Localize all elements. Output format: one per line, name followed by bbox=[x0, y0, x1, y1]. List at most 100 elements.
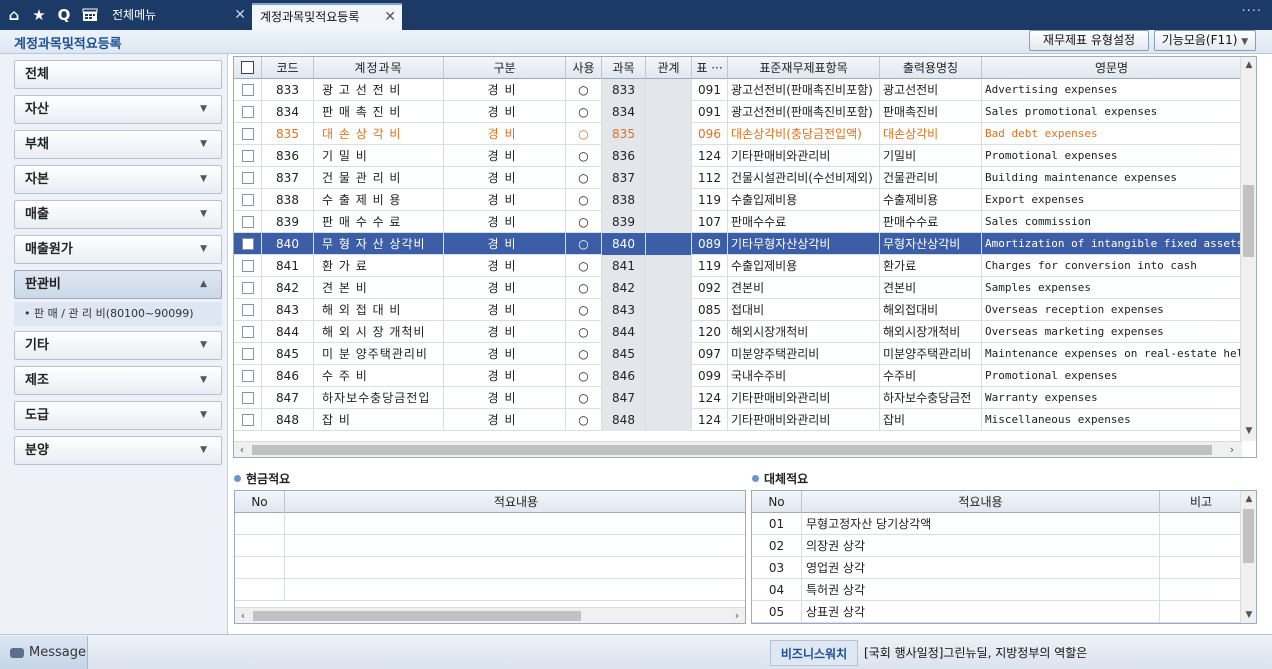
cell-relation bbox=[646, 123, 692, 145]
row-checkbox[interactable] bbox=[234, 365, 262, 387]
table-row[interactable]: 845 미 분 양주택관리비 경비 ○ 845 097 미분양주택관리비 미분양주택관리비 Ma… bbox=[234, 343, 1242, 365]
select-all-checkbox[interactable] bbox=[234, 57, 262, 79]
scroll-left-icon[interactable]: ‹ bbox=[234, 442, 250, 457]
table-row[interactable]: 846 수 주 비 경비 ○ 846 099 국내수주비 수주비 Promotional exp… bbox=[234, 365, 1242, 387]
scroll-thumb[interactable] bbox=[253, 611, 581, 621]
scroll-left-icon[interactable]: ‹ bbox=[235, 608, 251, 623]
table-row[interactable]: 836 기 밀 비 경비 ○ 836 124 기타판매비와관리비 기밀비 Promotional… bbox=[234, 145, 1242, 167]
row-checkbox[interactable] bbox=[234, 167, 262, 189]
table-row[interactable]: 842 견 본 비 경비 ○ 842 092 견본비 견본비 Samples expenses bbox=[234, 277, 1242, 299]
table-row[interactable]: 841 환 가 료 경비 ○ 841 119 수출입제비용 환가료 Charges for co… bbox=[234, 255, 1242, 277]
table-row[interactable] bbox=[235, 557, 745, 579]
grid-vertical-scrollbar[interactable]: ▲ ▼ bbox=[1240, 57, 1256, 441]
cash-horizontal-scrollbar[interactable]: ‹ › bbox=[235, 607, 745, 623]
column-header-english[interactable]: 영문명 bbox=[982, 57, 1242, 79]
scroll-up-icon[interactable]: ▲ bbox=[1241, 491, 1256, 507]
scroll-right-icon[interactable]: › bbox=[1224, 442, 1240, 457]
scroll-thumb[interactable] bbox=[1243, 185, 1254, 257]
scroll-thumb[interactable] bbox=[252, 445, 1212, 455]
sidebar-subitem-sga-range[interactable]: • 판 매 / 관 리 비(80100~90099) bbox=[14, 302, 222, 326]
row-checkbox[interactable] bbox=[234, 123, 262, 145]
table-row[interactable]: 847 하자보수충당금전입 경비 ○ 847 124 기타판매비와관리비 하자보수충당금전 Wa… bbox=[234, 387, 1242, 409]
row-checkbox[interactable] bbox=[234, 321, 262, 343]
table-row[interactable]: 833 광 고 선 전 비 경비 ○ 833 091 광고선전비(판매촉진비포함) 광고선전비… bbox=[234, 79, 1242, 101]
close-icon[interactable]: ✕ bbox=[234, 3, 246, 27]
row-checkbox[interactable] bbox=[234, 409, 262, 431]
table-row[interactable]: 838 수 출 제 비 용 경비 ○ 838 119 수출입제비용 수출제비용 Export e… bbox=[234, 189, 1242, 211]
cell-english: Charges for conversion into cash bbox=[985, 259, 1197, 272]
row-checkbox[interactable] bbox=[234, 387, 262, 409]
sidebar-item-assets[interactable]: 자산 ▼ bbox=[14, 95, 222, 124]
calendar-icon[interactable] bbox=[78, 3, 102, 27]
close-icon[interactable]: ✕ bbox=[384, 5, 396, 29]
table-row[interactable]: 840 무 형 자 산 상각비 경비 ○ 840 089 기타무형자산상각비 무형자산상각비 A… bbox=[234, 233, 1242, 255]
table-row[interactable]: 844 해 외 시 장 개척비 경비 ○ 844 120 해외시장개척비 해외시장개척비 Ove… bbox=[234, 321, 1242, 343]
row-checkbox[interactable] bbox=[234, 101, 262, 123]
chevron-down-icon: ▼ bbox=[200, 244, 207, 254]
column-header-print-name[interactable]: 출력용명칭 bbox=[880, 57, 982, 79]
scroll-thumb[interactable] bbox=[1243, 509, 1254, 563]
table-row[interactable]: 837 건 물 관 리 비 경비 ○ 837 112 건물시설관리비(수선비제외) 건물관리비… bbox=[234, 167, 1242, 189]
column-header-relation[interactable]: 관계 bbox=[646, 57, 692, 79]
sidebar-item-equity[interactable]: 자본 ▼ bbox=[14, 165, 222, 194]
sidebar-item-all[interactable]: 전체 bbox=[14, 60, 222, 89]
report-type-button[interactable]: 재무제표 유형설정 bbox=[1029, 30, 1149, 51]
star-icon[interactable]: ★ bbox=[27, 3, 51, 27]
column-header-no: No bbox=[235, 491, 285, 513]
table-row[interactable]: 04 특허권 상각 bbox=[752, 579, 1242, 601]
sidebar-item-cost-of-sales[interactable]: 매출원가 ▼ bbox=[14, 235, 222, 264]
tab-account-registration[interactable]: 계정과목및적요등록 ✕ bbox=[252, 3, 402, 30]
scroll-down-icon[interactable]: ▼ bbox=[1241, 607, 1256, 623]
sidebar-item-contracting[interactable]: 도급 ▼ bbox=[14, 401, 222, 430]
row-checkbox[interactable] bbox=[234, 233, 262, 255]
sidebar-item-other[interactable]: 기타 ▼ bbox=[14, 331, 222, 360]
row-checkbox[interactable] bbox=[234, 145, 262, 167]
row-checkbox[interactable] bbox=[234, 343, 262, 365]
table-row[interactable]: 843 해 외 접 대 비 경비 ○ 843 085 접대비 해외접대비 Overseas re… bbox=[234, 299, 1242, 321]
more-icon[interactable]: ···· bbox=[1241, 4, 1262, 19]
table-row[interactable]: 05 상표권 상각 bbox=[752, 601, 1242, 623]
grid-horizontal-scrollbar[interactable]: ‹ › bbox=[234, 441, 1242, 457]
row-checkbox[interactable] bbox=[234, 79, 262, 101]
functions-button[interactable]: 기능모음(F11) ▼ bbox=[1154, 30, 1256, 51]
sidebar-item-sga[interactable]: 판관비 ▲ bbox=[14, 270, 222, 299]
row-checkbox[interactable] bbox=[234, 299, 262, 321]
sidebar-item-presale[interactable]: 분양 ▼ bbox=[14, 436, 222, 465]
table-row[interactable]: 848 잡 비 경비 ○ 848 124 기타판매비와관리비 잡비 Miscellaneous … bbox=[234, 409, 1242, 431]
sidebar-item-liabilities[interactable]: 부채 ▼ bbox=[14, 130, 222, 159]
column-header-account[interactable]: 계정과목 bbox=[314, 57, 444, 79]
table-row[interactable] bbox=[235, 513, 745, 535]
column-header-std[interactable]: 표 ··· bbox=[692, 57, 728, 79]
transfer-vertical-scrollbar[interactable]: ▲ ▼ bbox=[1240, 491, 1256, 623]
column-header-subject[interactable]: 과목 bbox=[602, 57, 646, 79]
message-button[interactable]: Message bbox=[0, 636, 88, 669]
cell-std: 124 bbox=[692, 409, 728, 431]
table-row[interactable]: 03 영업권 상각 bbox=[752, 557, 1242, 579]
scroll-up-icon[interactable]: ▲ bbox=[1241, 57, 1256, 73]
row-checkbox[interactable] bbox=[234, 189, 262, 211]
table-row[interactable]: 834 판 매 촉 진 비 경비 ○ 834 091 광고선전비(판매촉진비포함) 판매촉진비… bbox=[234, 101, 1242, 123]
home-icon[interactable]: ⌂ bbox=[2, 3, 26, 27]
cell-print-name: 수출제비용 bbox=[880, 189, 982, 211]
table-row[interactable]: 835 대 손 상 각 비 경비 ○ 835 096 대손상각비(충당금전입액) 대손상각비 B… bbox=[234, 123, 1242, 145]
column-header-use[interactable]: 사용 bbox=[566, 57, 602, 79]
search-icon[interactable]: Q bbox=[52, 3, 76, 27]
table-row[interactable] bbox=[235, 579, 745, 601]
table-row[interactable]: 02 의장권 상각 bbox=[752, 535, 1242, 557]
column-header-std-name[interactable]: 표준재무제표항목 bbox=[728, 57, 880, 79]
column-header-type[interactable]: 구분 bbox=[444, 57, 566, 79]
row-checkbox[interactable] bbox=[234, 211, 262, 233]
scroll-right-icon[interactable]: › bbox=[729, 608, 745, 623]
scroll-down-icon[interactable]: ▼ bbox=[1241, 423, 1256, 439]
table-row[interactable] bbox=[235, 535, 745, 557]
cell-std: 124 bbox=[692, 145, 728, 167]
table-row[interactable]: 01 무형고정자산 당기상각액 bbox=[752, 513, 1242, 535]
table-row[interactable]: 839 판 매 수 수 료 경비 ○ 839 107 판매수수료 판매수수료 Sales com… bbox=[234, 211, 1242, 233]
column-header-code[interactable]: 코드 bbox=[262, 57, 314, 79]
tab-all-menu[interactable]: 전체메뉴 ✕ bbox=[104, 3, 252, 30]
row-checkbox[interactable] bbox=[234, 277, 262, 299]
sidebar-item-sales[interactable]: 매출 ▼ bbox=[14, 200, 222, 229]
row-checkbox[interactable] bbox=[234, 255, 262, 277]
sidebar-item-manufacturing[interactable]: 제조 ▼ bbox=[14, 366, 222, 395]
business-news-ticker[interactable]: [국회 행사일정]그린뉴딜, 지방정부의 역할은 bbox=[864, 640, 1264, 666]
